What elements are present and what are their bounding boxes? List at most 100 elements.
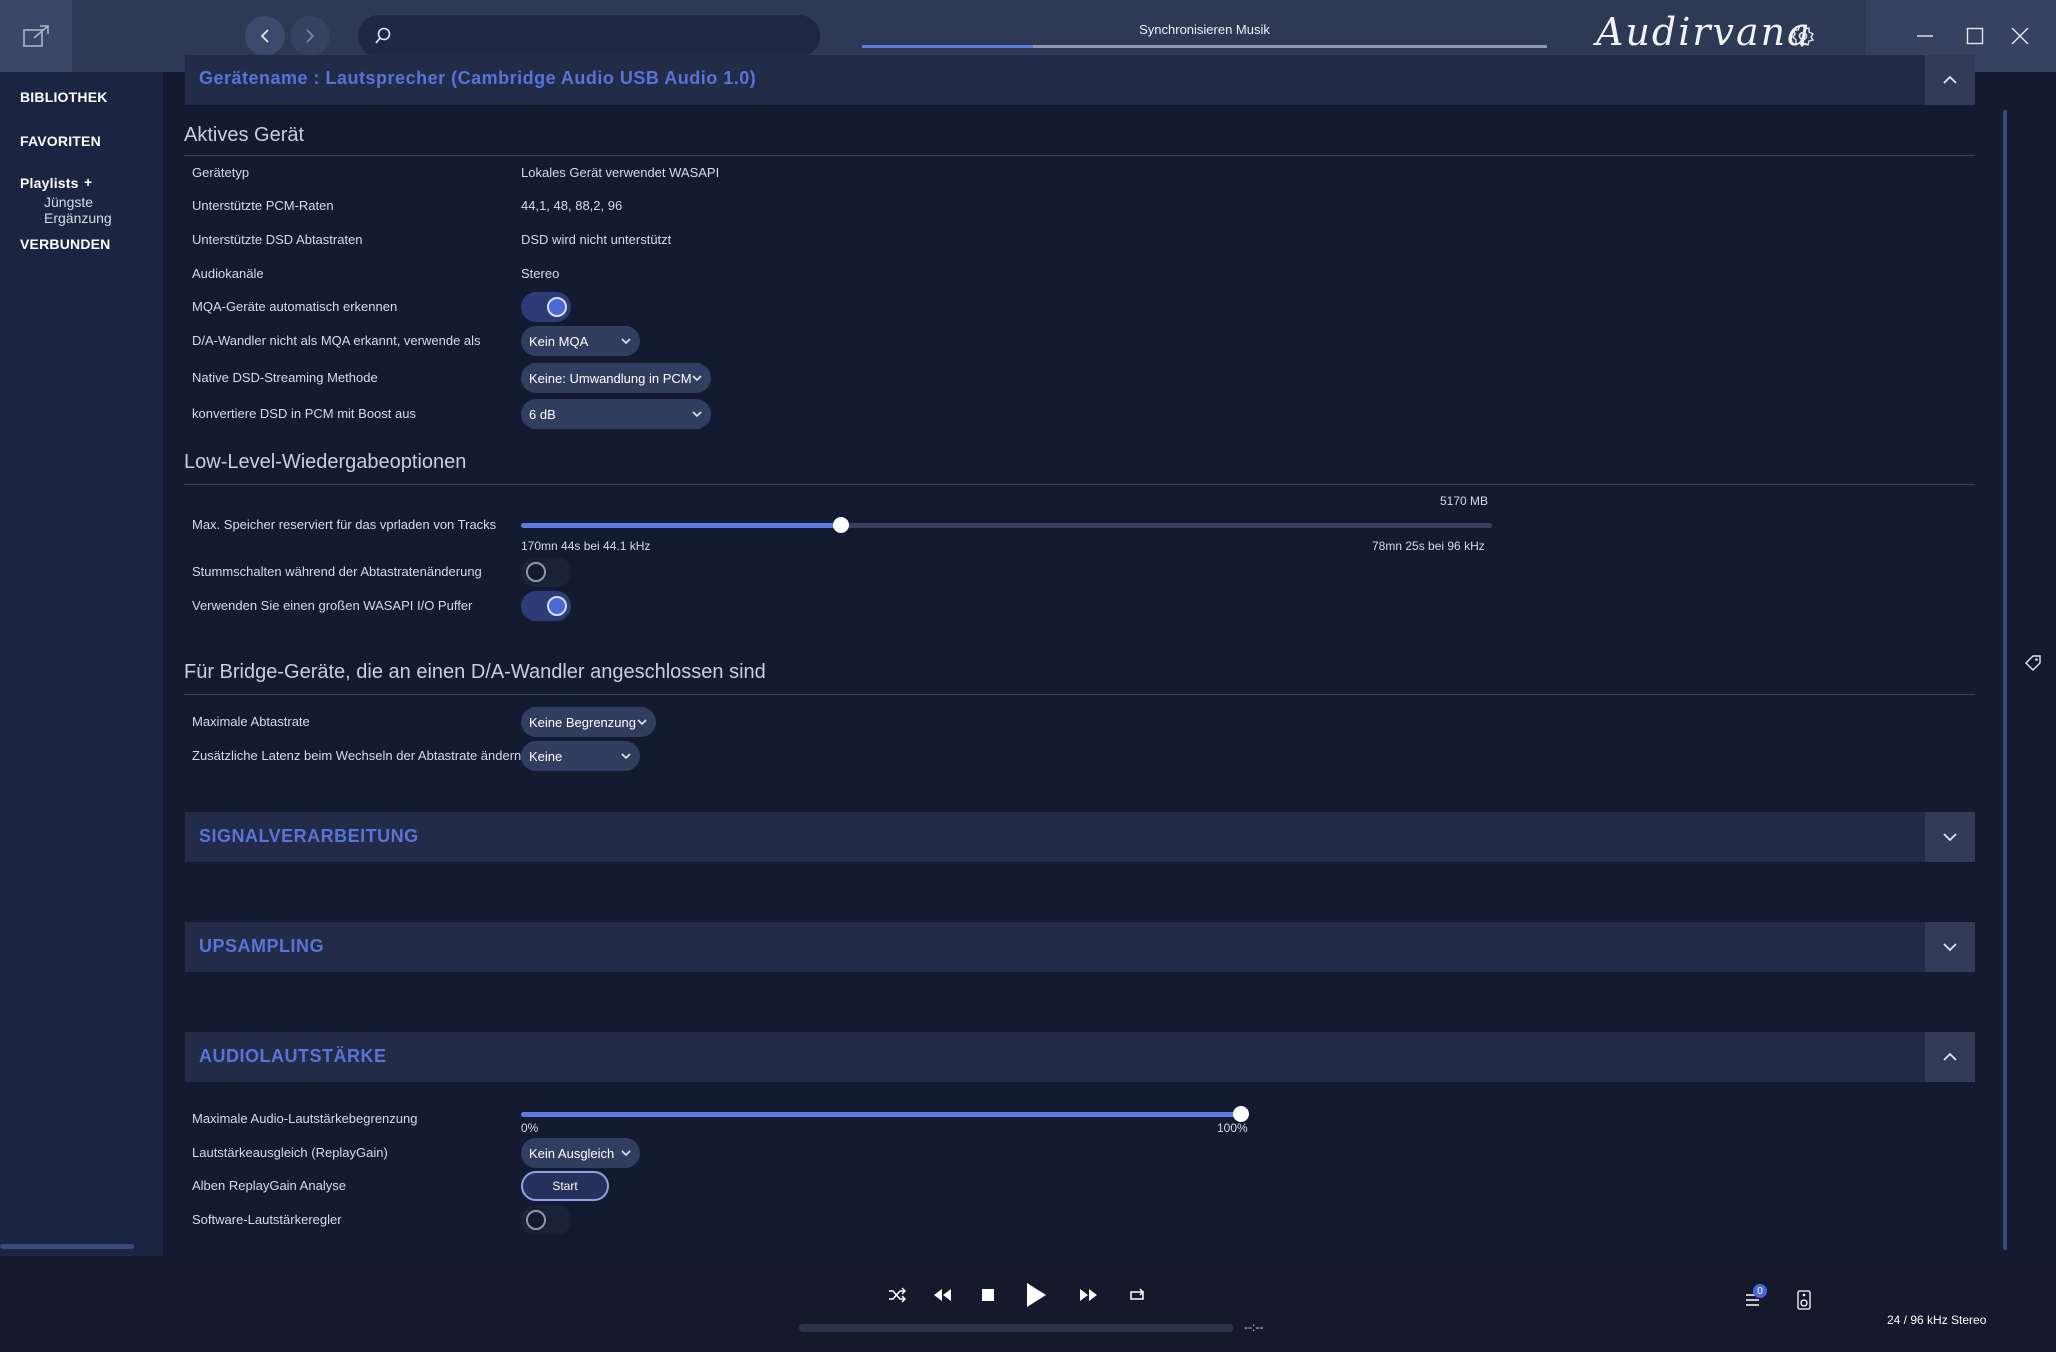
- signal-section-header[interactable]: SIGNALVERARBEITUNG: [185, 812, 1975, 862]
- back-button[interactable]: [245, 16, 285, 56]
- dsd-boost-label: konvertiere DSD in PCM mit Boost aus: [192, 406, 416, 421]
- volume-min-text: 0%: [521, 1121, 539, 1135]
- device-section-header[interactable]: Gerätename : Lautsprecher (Cambridge Aud…: [185, 55, 1975, 105]
- memory-min-text: 170mn 44s bei 44.1 kHz: [521, 539, 651, 553]
- upsampling-section-title: UPSAMPLING: [199, 936, 325, 956]
- max-rate-label: Maximale Abtastrate: [192, 714, 310, 729]
- maximize-button[interactable]: [1961, 22, 1989, 50]
- toggle-knob: [547, 596, 567, 616]
- audio-format-label: 24 / 96 kHz Stereo: [1887, 1313, 1987, 1327]
- sidebar-item-library[interactable]: BIBLIOTHEK: [20, 89, 108, 105]
- fast-forward-icon: [1080, 1289, 1097, 1301]
- upsampling-section-expand-button[interactable]: [1925, 922, 1975, 972]
- share-icon: [23, 25, 49, 47]
- mute-toggle[interactable]: [521, 557, 571, 587]
- signal-section-expand-button[interactable]: [1925, 812, 1975, 862]
- play-button[interactable]: [1020, 1278, 1052, 1312]
- close-button[interactable]: [2006, 22, 2034, 50]
- audio-channels-label: Audiokanäle: [192, 266, 264, 281]
- chevron-down-icon: [692, 411, 702, 418]
- memory-slider-fill: [521, 523, 842, 528]
- sidebar-item-playlists[interactable]: Playlists: [20, 175, 79, 191]
- rewind-icon: [934, 1289, 951, 1301]
- search-input[interactable]: [402, 26, 802, 46]
- signal-section-title: SIGNALVERARBEITUNG: [199, 826, 419, 846]
- volume-section-header[interactable]: AUDIOLAUTSTÄRKE: [185, 1032, 1975, 1082]
- max-volume-slider-fill: [521, 1112, 1241, 1117]
- wasapi-toggle[interactable]: [521, 591, 571, 621]
- rewind-button[interactable]: [930, 1283, 954, 1307]
- chevron-down-icon: [621, 1150, 631, 1157]
- close-icon: [2011, 27, 2029, 45]
- dac-mqa-label: D/A-Wandler nicht als MQA erkannt, verwe…: [192, 333, 481, 348]
- chevron-down-icon: [692, 375, 702, 382]
- latency-select[interactable]: Keine: [521, 741, 640, 771]
- repeat-button[interactable]: [1125, 1283, 1149, 1307]
- main-scrollbar[interactable]: [2003, 110, 2007, 1250]
- chevron-left-icon: [260, 29, 269, 43]
- replaygain-select[interactable]: Kein Ausgleich: [521, 1138, 640, 1168]
- sidebar: BIBLIOTHEK FAVORITEN Playlists + Jüngste…: [0, 72, 163, 1256]
- memory-value: 5170 MB: [1440, 494, 1489, 508]
- maximize-icon: [1966, 27, 1984, 45]
- add-playlist-button[interactable]: +: [84, 174, 92, 190]
- max-volume-slider[interactable]: [521, 1112, 1241, 1117]
- memory-slider[interactable]: [521, 523, 1492, 528]
- upsampling-section-header[interactable]: UPSAMPLING: [185, 922, 1975, 972]
- sidebar-item-recent[interactable]: Jüngste Ergänzung: [44, 194, 163, 226]
- toggle-knob: [547, 297, 567, 317]
- chevron-down-icon: [1943, 833, 1957, 842]
- shuffle-icon: [889, 1287, 906, 1303]
- dsd-boost-select[interactable]: 6 dB: [521, 399, 711, 429]
- latency-label: Zusätzliche Latenz beim Wechseln der Abt…: [192, 748, 522, 763]
- dac-mqa-value: Kein MQA: [529, 333, 589, 349]
- shuffle-button[interactable]: [885, 1283, 909, 1307]
- device-type-value: Lokales Gerät verwendet WASAPI: [521, 165, 720, 180]
- volume-section-collapse-button[interactable]: [1925, 1032, 1975, 1082]
- software-volume-toggle[interactable]: [521, 1205, 571, 1235]
- divider: [184, 155, 1975, 156]
- chevron-down-icon: [621, 338, 631, 345]
- mute-label: Stummschalten während der Abtastratenänd…: [192, 564, 482, 579]
- replaygain-analysis-label: Alben ReplayGain Analyse: [192, 1178, 346, 1193]
- chevron-up-icon: [1943, 1052, 1957, 1061]
- share-button[interactable]: [0, 0, 72, 72]
- gear-icon: [1792, 25, 1815, 48]
- memory-label: Max. Speicher reserviert für das vprlade…: [192, 517, 497, 532]
- search-box[interactable]: [358, 15, 820, 57]
- software-volume-label: Software-Lautstärkeregler: [192, 1212, 342, 1227]
- chevron-down-icon: [1943, 943, 1957, 952]
- sidebar-item-favorites[interactable]: FAVORITEN: [20, 133, 101, 149]
- max-volume-slider-handle[interactable]: [1233, 1106, 1249, 1122]
- minimize-button[interactable]: [1911, 22, 1939, 50]
- speaker-output-button[interactable]: [1792, 1288, 1816, 1312]
- mqa-auto-label: MQA-Geräte automatisch erkennen: [192, 299, 398, 314]
- tag-button[interactable]: [2024, 654, 2042, 677]
- dsd-method-select[interactable]: Keine: Umwandlung in PCM: [521, 363, 711, 393]
- device-section-title: Gerätename : Lautsprecher (Cambridge Aud…: [199, 68, 757, 88]
- chevron-right-icon: [306, 29, 315, 43]
- minimize-icon: [1917, 35, 1933, 37]
- sidebar-item-connected[interactable]: VERBUNDEN: [20, 236, 110, 252]
- max-rate-select[interactable]: Keine Begrenzung: [521, 707, 656, 737]
- playback-progress-bar[interactable]: [799, 1324, 1234, 1332]
- play-icon: [1027, 1283, 1046, 1307]
- wasapi-label: Verwenden Sie einen großen WASAPI I/O Pu…: [192, 598, 473, 613]
- mqa-auto-toggle[interactable]: [521, 292, 571, 322]
- divider: [184, 484, 1975, 485]
- forward-button[interactable]: [290, 16, 330, 56]
- stop-button[interactable]: [976, 1283, 1000, 1307]
- device-section-collapse-button[interactable]: [1925, 55, 1975, 105]
- sync-progress-fill: [862, 45, 1034, 48]
- memory-max-text: 78mn 25s bei 96 kHz: [1372, 539, 1485, 553]
- start-analysis-button[interactable]: Start: [521, 1171, 609, 1201]
- playback-time: --:--: [1244, 1320, 1264, 1334]
- dac-mqa-select[interactable]: Kein MQA: [521, 326, 640, 356]
- settings-button[interactable]: [1791, 24, 1815, 53]
- audio-channels-value: Stereo: [521, 266, 560, 281]
- dsd-rates-label: Unterstützte DSD Abtastraten: [192, 232, 363, 247]
- toggle-knob: [526, 1210, 546, 1230]
- fast-forward-button[interactable]: [1077, 1283, 1101, 1307]
- brand-logo: Audirvana: [1596, 10, 1812, 54]
- sidebar-scrollbar[interactable]: [0, 1244, 134, 1249]
